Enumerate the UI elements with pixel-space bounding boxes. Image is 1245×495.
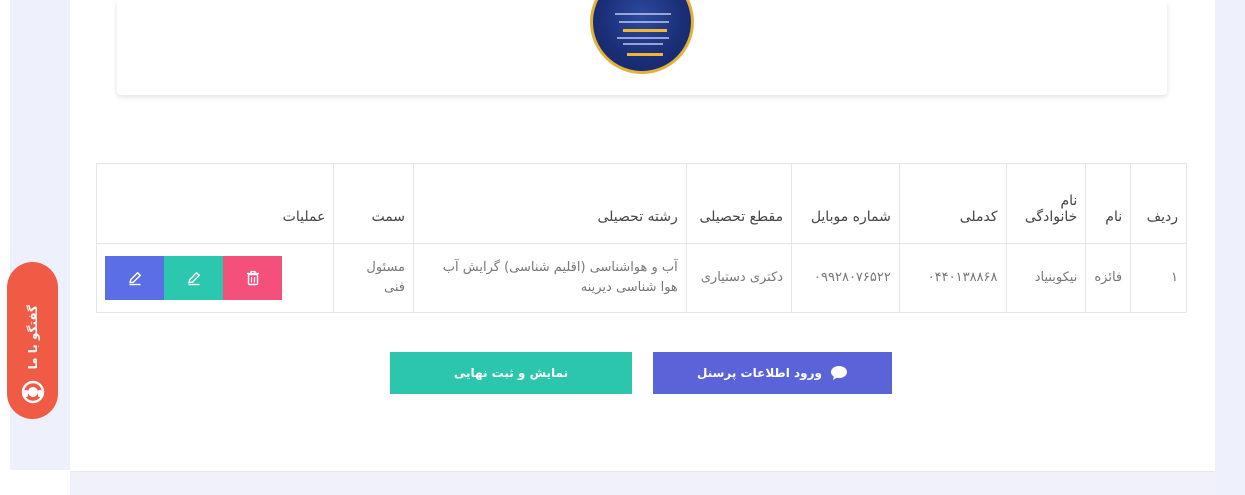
header-name: نام — [1085, 163, 1132, 244]
trash-icon — [246, 270, 259, 286]
edit-button-blue[interactable] — [105, 256, 164, 300]
cell-name: فائزه — [1085, 243, 1132, 313]
support-icon — [21, 380, 44, 404]
cell-field: آب و هواشناسی (اقلیم شناسی) گرایش آب هوا… — [413, 243, 687, 313]
show-and-submit-button[interactable]: نمایش و ثبت نهایی — [390, 352, 632, 394]
header-national-code: کدملی — [898, 163, 1007, 244]
cell-national-code: ۰۴۴۰۱۳۸۸۶۸ — [898, 243, 1007, 313]
pencil-icon — [187, 271, 200, 286]
show-and-submit-label: نمایش و ثبت نهایی — [453, 366, 569, 380]
right-side — [1215, 0, 1245, 495]
table-header-row: ردیف نام نام خانوادگی کدملی شماره موبایل… — [95, 163, 1187, 244]
chat-bubble-icon — [831, 366, 848, 380]
header-position: سمت — [333, 163, 415, 244]
support-chat-label: گفتگو با ما — [25, 304, 40, 369]
delete-button[interactable] — [223, 256, 282, 300]
edit-button-teal[interactable] — [164, 256, 223, 300]
cell-position: مسئول فنی — [333, 243, 415, 313]
cell-row-number: ۱ — [1130, 243, 1187, 313]
header-mobile: شماره موبایل — [791, 163, 900, 244]
support-chat-widget[interactable]: گفتگو با ما — [7, 262, 58, 419]
personnel-entry-button[interactable]: ورود اطلاعات پرسنل — [653, 352, 892, 394]
cell-operations — [95, 243, 335, 313]
cell-mobile: ۰۹۹۲۸۰۷۶۵۲۲ — [791, 243, 900, 313]
pencil-icon — [128, 271, 141, 286]
header-degree: مقطع تحصیلی — [685, 163, 793, 244]
header-field: رشته تحصیلی — [413, 163, 687, 244]
personnel-table: ردیف نام نام خانوادگی کدملی شماره موبایل… — [95, 163, 1187, 313]
header-row-number: ردیف — [1130, 163, 1187, 244]
cell-degree: دکتری دستیاری — [685, 243, 793, 313]
cell-family: نیکوبنیاد — [1005, 243, 1087, 313]
header-family: نام خانوادگی — [1005, 163, 1087, 244]
personnel-entry-label: ورود اطلاعات پرسنل — [697, 366, 823, 380]
table-row: ۱ فائزه نیکوبنیاد ۰۴۴۰۱۳۸۸۶۸ ۰۹۹۲۸۰۷۶۵۲۲… — [95, 243, 1187, 313]
header-operations: عملیات — [95, 163, 335, 244]
operations-group — [105, 256, 319, 300]
